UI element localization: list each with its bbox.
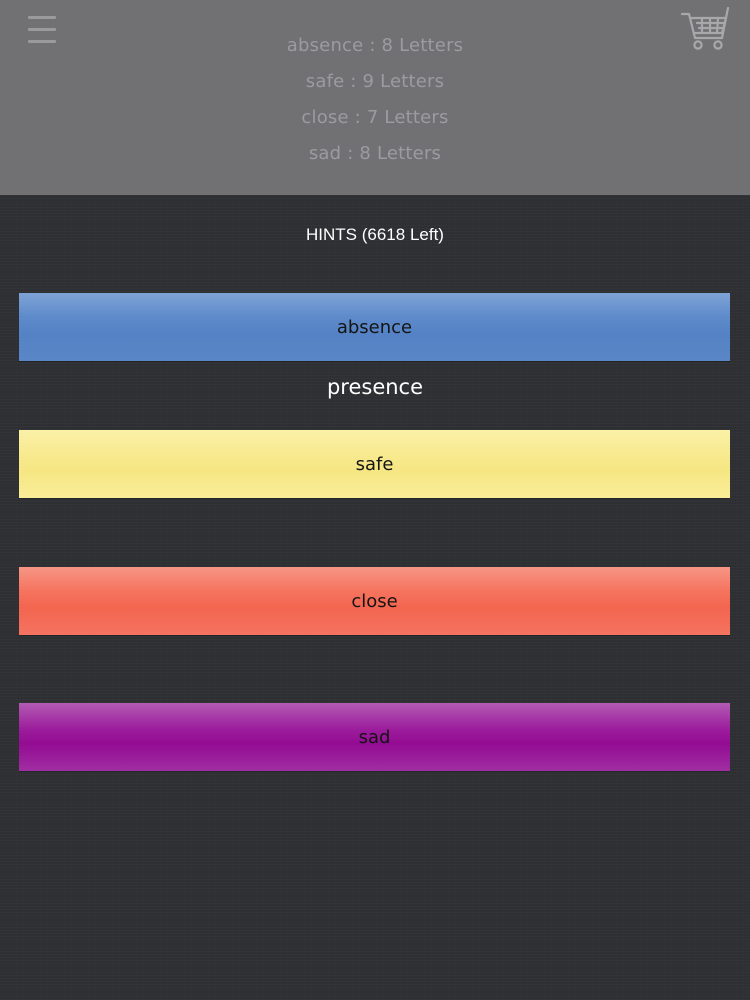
word-list-item: close : 7 Letters	[301, 107, 449, 128]
hints-screen: absence : 8 Letters safe : 9 Letters clo…	[0, 0, 750, 1000]
hint-button-label: safe	[355, 453, 394, 475]
word-list-item: safe : 9 Letters	[305, 71, 445, 92]
word-list-item: sad : 8 Letters	[308, 143, 442, 164]
hint-button-absence[interactable]: absence	[19, 293, 730, 361]
word-list-header: absence : 8 Letters safe : 9 Letters clo…	[0, 0, 750, 195]
hint-answer: presence	[326, 375, 424, 399]
hint-button-sad[interactable]: sad	[19, 703, 730, 771]
hint-button-safe[interactable]: safe	[19, 430, 730, 498]
hints-title: HINTS (6618 Left)	[306, 225, 444, 244]
word-list-item: absence : 8 Letters	[286, 35, 464, 56]
hint-button-label: sad	[358, 726, 391, 748]
shopping-cart-icon[interactable]	[680, 6, 732, 52]
word-list: absence : 8 Letters safe : 9 Letters clo…	[0, 28, 750, 172]
hint-button-label: absence	[336, 316, 413, 338]
hint-button-close[interactable]: close	[19, 567, 730, 635]
hint-button-label: close	[351, 590, 398, 612]
